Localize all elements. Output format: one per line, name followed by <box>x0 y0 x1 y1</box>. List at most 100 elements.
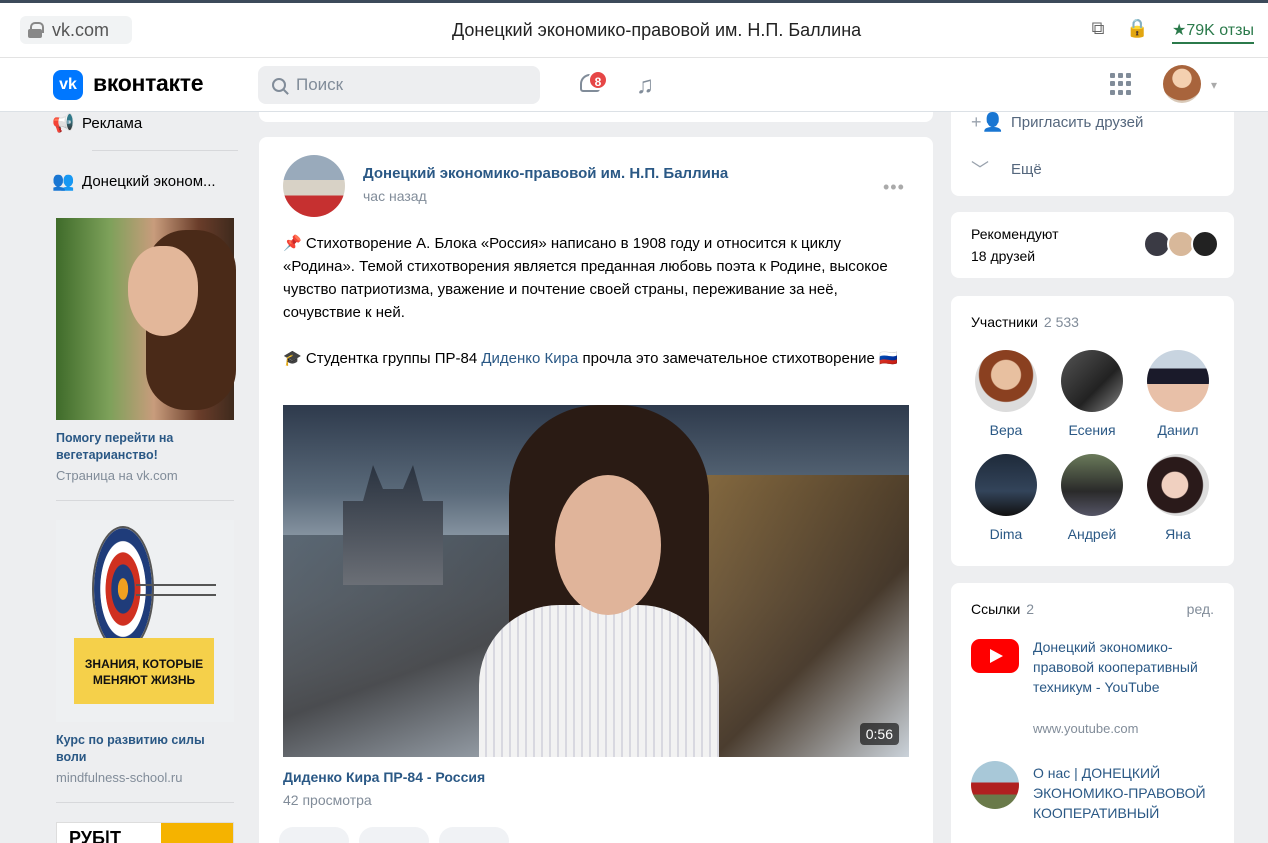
links-title[interactable]: Ссылки 2 <box>971 601 1034 617</box>
member-avatar <box>1061 350 1123 412</box>
sidebar-item-ads[interactable]: 📢 Реклама <box>52 112 142 134</box>
members-title[interactable]: Участники 2 533 <box>971 314 1079 330</box>
member-item[interactable]: Dima <box>969 454 1043 542</box>
reviews-link[interactable]: ★79K отзы <box>1172 20 1254 44</box>
share-button[interactable] <box>439 827 509 843</box>
member-name: Есения <box>1068 422 1116 438</box>
member-avatar <box>1061 454 1123 516</box>
recommend-title: Рекомендуют <box>971 226 1059 242</box>
post-text-body: Стихотворение А. Блока «Россия» написано… <box>283 235 888 321</box>
ad-subtitle: mindfulness-school.ru <box>56 770 183 785</box>
wall-post: Донецкий экономико-правовой им. Н.П. Бал… <box>259 137 933 843</box>
like-button[interactable] <box>279 827 349 843</box>
previous-post-bottom <box>259 112 933 122</box>
post-author[interactable]: Донецкий экономико-правовой им. Н.П. Бал… <box>363 165 728 182</box>
ad-image-vegetarian[interactable] <box>56 218 236 420</box>
more-button[interactable]: ﹀ Ещё <box>971 156 1042 182</box>
ad-image-course[interactable]: ЗНАНИЯ, КОТОРЫЕ МЕНЯЮТ ЖИЗНЬ <box>56 520 234 722</box>
member-name: Данил <box>1157 422 1199 438</box>
member-item[interactable]: Есения <box>1055 350 1129 438</box>
browser-toolbar: vk.com Донецкий экономико-правовой им. Н… <box>0 0 1268 58</box>
video-title[interactable]: Диденко Кира ПР-84 - Россия <box>283 769 485 785</box>
vk-logo-text[interactable]: вконтакте <box>93 70 204 97</box>
ad-divider <box>56 500 234 501</box>
member-name: Вера <box>989 422 1023 438</box>
lock-icon <box>28 22 44 38</box>
links-edit-button[interactable]: ред. <box>1187 601 1214 617</box>
members-count: 2 533 <box>1043 314 1079 330</box>
link-avatar[interactable] <box>971 761 1019 809</box>
chevron-down-icon[interactable]: ▾ <box>1211 78 1217 92</box>
member-item[interactable]: Яна <box>1141 454 1215 542</box>
youtube-icon[interactable] <box>971 639 1019 673</box>
search-input[interactable]: Поиск <box>258 66 540 104</box>
music-icon[interactable]: ♫ <box>636 72 654 100</box>
mention-link[interactable]: Диденко Кира <box>481 350 578 367</box>
group-icon: 👥 <box>52 170 75 191</box>
recommend-count: 18 друзей <box>971 248 1036 264</box>
browser-page-title: Донецкий экономико-правовой им. Н.П. Бал… <box>452 20 862 40</box>
search-icon <box>272 78 286 92</box>
links-card: Ссылки 2 ред. Донецкий экономико-правовой… <box>951 583 1234 843</box>
video-views: 42 просмотра <box>283 792 372 808</box>
address-bar[interactable]: vk.com <box>20 16 132 44</box>
extension-icon[interactable]: 🔒 <box>1126 18 1148 38</box>
post-author-avatar[interactable] <box>283 155 345 217</box>
vk-header: vk вконтакте Поиск 8 ♫ ▾ <box>0 58 1268 112</box>
ad-image-third[interactable]: РУБ|Т <box>56 822 234 843</box>
post-text-second: 🎓 Студентка группы ПР-84 Диденко Кира пр… <box>283 347 903 371</box>
post-text: 📌 Стихотворение А. Блока «Россия» написа… <box>283 232 903 324</box>
member-avatar <box>975 454 1037 516</box>
link-title[interactable]: Донецкий экономико-правовой кооперативны… <box>1033 637 1213 697</box>
video-duration: 0:56 <box>859 723 899 745</box>
sidebar-item-label: Реклама <box>82 114 143 132</box>
add-user-icon: +👤 <box>971 112 1004 132</box>
recommend-card[interactable]: Рекомендуют 18 друзей <box>951 212 1234 278</box>
invite-friends-button[interactable]: +👤 Пригласить друзей <box>971 112 1143 133</box>
post-time[interactable]: час назад <box>363 188 427 204</box>
megaphone-icon: 📢 <box>52 112 75 133</box>
post-actions <box>279 827 509 843</box>
ad-banner-text: ЗНАНИЯ, КОТОРЫЕ МЕНЯЮТ ЖИЗНЬ <box>74 638 214 704</box>
member-avatar <box>975 350 1037 412</box>
address-url: vk.com <box>52 19 110 40</box>
notifications-badge: 8 <box>588 70 608 90</box>
members-card: Участники 2 533 Вера Есения Данил Dima Ан… <box>951 296 1234 566</box>
sidebar-item-group[interactable]: 👥 Донецкий эконом... <box>52 170 216 192</box>
video-player[interactable]: 0:56 <box>283 405 909 757</box>
invite-label: Пригласить друзей <box>1011 114 1144 131</box>
russia-flag-icon: 🇷🇺 <box>879 350 898 367</box>
member-name: Dima <box>989 526 1023 542</box>
student-icon: 🎓 <box>283 350 302 367</box>
member-avatar <box>1147 350 1209 412</box>
sidebar-divider <box>92 150 238 151</box>
sidebar-item-label: Донецкий эконом... <box>82 172 216 190</box>
notifications-button[interactable]: 8 <box>578 68 608 96</box>
ad-title[interactable]: Курс по развитию силы воли <box>56 732 236 766</box>
link-title[interactable]: О нас | ДОНЕЦКИЙ ЭКОНОМИКО-ПРАВОВОЙ КООП… <box>1033 763 1213 823</box>
ad-title[interactable]: Помогу перейти на вегетарианство! <box>56 430 236 464</box>
more-options-icon[interactable]: ••• <box>883 177 905 198</box>
ad-divider <box>56 802 234 803</box>
post-text2-prefix: Студентка группы ПР-84 <box>305 350 482 367</box>
more-label: Ещё <box>1011 160 1042 178</box>
pushpin-icon: 📌 <box>283 235 302 252</box>
post-text2-suffix: прочла это замечательное стихотворение <box>578 350 875 367</box>
friend-avatar <box>1191 230 1219 258</box>
comment-button[interactable] <box>359 827 429 843</box>
profile-avatar[interactable] <box>1163 65 1201 103</box>
tabs-icon[interactable]: ⧉ <box>1088 18 1108 38</box>
search-placeholder: Поиск <box>296 75 344 94</box>
member-name: Яна <box>1165 526 1191 542</box>
member-item[interactable]: Данил <box>1141 350 1215 438</box>
member-item[interactable]: Андрей <box>1055 454 1129 542</box>
member-avatar <box>1147 454 1209 516</box>
vk-logo-icon[interactable]: vk <box>53 70 83 100</box>
window-top-border <box>0 0 1268 3</box>
ad-subtitle: Страница на vk.com <box>56 468 178 483</box>
group-actions-card: +👤 Пригласить друзей ﹀ Ещё <box>951 112 1234 196</box>
chevron-down-icon: ﹀ <box>971 160 989 180</box>
apps-grid-icon[interactable] <box>1110 73 1132 95</box>
member-name: Андрей <box>1067 526 1117 542</box>
member-item[interactable]: Вера <box>969 350 1043 438</box>
